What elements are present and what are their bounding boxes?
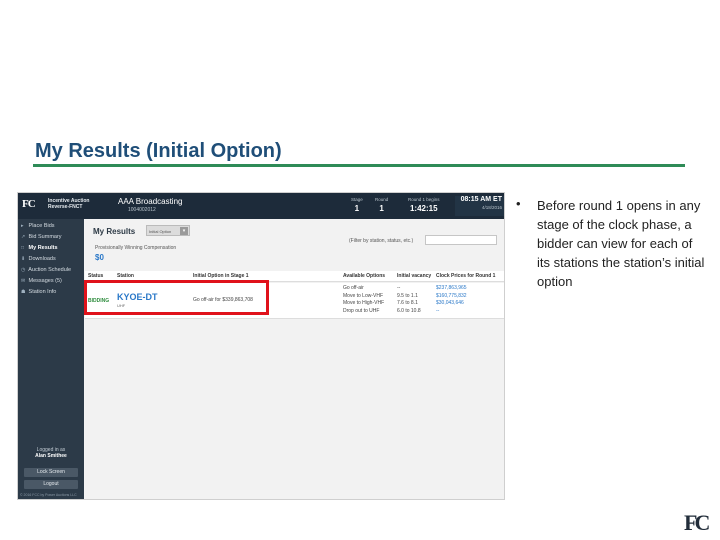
column-header[interactable]: Status — [88, 273, 103, 279]
filter-label: (Filter by station, status, etc.) — [349, 238, 414, 244]
round-value: 1 — [379, 204, 384, 213]
slide-title: My Results (Initial Option) — [35, 140, 282, 162]
user-name: Alan Smithee — [35, 453, 67, 459]
sidebar-item-downloads[interactable]: ⬇ Downloads — [21, 256, 83, 266]
clock: 08:15 AM ET 4/18/2016 — [455, 196, 504, 216]
slide: My Results (Initial Option) FC Incentive… — [0, 0, 720, 540]
round-begins-label: Round 1 begins — [408, 197, 440, 202]
round-countdown: Round 1 begins 1:42:15 — [408, 197, 440, 213]
option-item: Go off-air — [343, 285, 364, 291]
sidebar-item-auction-schedule[interactable]: ◷ Auction Schedule — [21, 267, 83, 277]
option-item: Move to Low-VHF — [343, 292, 384, 299]
sidebar-item-label: Place Bids — [28, 223, 55, 229]
chart-icon: ↗ — [21, 234, 26, 240]
bullet-text: Before round 1 opens in any stage of the… — [537, 198, 705, 289]
sidebar-item-label: Messages (5) — [28, 278, 62, 284]
sidebar-item-label: Downloads — [28, 256, 56, 262]
round-begins-value: 1:42:15 — [409, 204, 438, 213]
vacancy-item: -- — [397, 285, 401, 291]
selected-view: Initial Option — [149, 229, 172, 234]
sidebar-item-my-results[interactable]: □ My Results — [21, 245, 83, 255]
sidebar: ▸ Place Bids ↗ Bid Summary □ My Results … — [18, 219, 84, 499]
results-panel: My Results Initial Option ▾ Provisionall… — [85, 219, 504, 499]
application-screenshot: FC Incentive Auction Reverse-FNCT AAA Br… — [17, 192, 505, 500]
stage-indicator: Stage 1 — [351, 197, 363, 213]
clock-icon: ◷ — [21, 267, 26, 273]
available-options: Go off-air Move to Low-VHF Move to High-… — [343, 285, 384, 315]
option-item: Drop out to UHF — [343, 307, 380, 314]
vacancy-item: 9.5 to 1.1 — [397, 292, 418, 299]
results-title: My Results — [93, 227, 136, 236]
option-item: Move to High-VHF — [343, 300, 385, 306]
highlight-box — [84, 280, 269, 315]
login-info: Logged in as Alan Smithee — [18, 447, 84, 459]
price-item: $237,863,965 — [436, 285, 467, 291]
price-item: $30,043,646 — [436, 300, 464, 306]
home-icon: ☗ — [21, 289, 26, 295]
place-bids-icon: ▸ — [21, 223, 24, 229]
sidebar-item-station-info[interactable]: ☗ Station Info — [21, 289, 83, 299]
app-name: Incentive Auction Reverse-FNCT — [48, 198, 90, 210]
column-header[interactable]: Available Options — [343, 273, 385, 279]
sidebar-item-label: Auction Schedule — [28, 267, 72, 273]
price-item: -- — [436, 307, 440, 314]
round-label: Round — [375, 197, 389, 202]
results-view-select[interactable]: Initial Option ▾ — [146, 225, 190, 236]
results-icon: □ — [21, 245, 25, 251]
envelope-icon: ✉ — [21, 278, 26, 284]
bidder-id: 1004002012 — [128, 207, 156, 213]
bullet-icon: • — [516, 196, 521, 211]
sidebar-item-bid-summary[interactable]: ↗ Bid Summary — [21, 234, 83, 244]
chevron-down-icon: ▾ — [180, 227, 188, 235]
initial-vacancy: -- 9.5 to 1.1 7.6 to 8.1 6.0 to 10.8 — [397, 285, 421, 315]
sidebar-item-label: Bid Summary — [28, 234, 62, 240]
vacancy-item: 6.0 to 10.8 — [397, 307, 421, 314]
price-item: $160,775,832 — [436, 292, 467, 299]
logout-button[interactable]: Logout — [24, 480, 78, 489]
fcc-logo-icon: FC — [684, 510, 710, 535]
clock-prices: $237,863,965 $160,775,832 $30,043,646 -- — [436, 285, 467, 315]
stage-label: Stage — [351, 197, 363, 202]
column-header[interactable]: Station — [117, 273, 134, 279]
prov-comp-label: Provisionally Winning Compensation — [95, 245, 177, 251]
fcc-logo-icon: FC — [22, 198, 36, 210]
lock-screen-button[interactable]: Lock Screen — [24, 468, 78, 477]
column-header[interactable]: Initial Option in Stage 1 — [193, 273, 249, 279]
clock-date: 4/18/2016 — [481, 205, 502, 210]
filter-input[interactable] — [425, 235, 497, 245]
bidder-name: AAA Broadcasting — [118, 197, 183, 206]
copyright: © 2016 FCC by Power Auctions LLC — [20, 493, 77, 497]
column-header[interactable]: Initial vacancy — [397, 273, 431, 279]
sidebar-item-label: Station Info — [28, 289, 57, 295]
column-header[interactable]: Clock Prices for Round 1 — [436, 273, 495, 279]
sidebar-item-messages[interactable]: ✉ Messages (5) — [21, 278, 83, 288]
title-divider — [33, 164, 685, 167]
sidebar-item-label: My Results — [28, 245, 58, 251]
clock-time: 08:15 AM ET — [460, 196, 502, 203]
round-indicator: Round 1 — [375, 197, 388, 213]
prov-comp-value: $0 — [95, 253, 104, 262]
download-icon: ⬇ — [21, 256, 26, 262]
vacancy-item: 7.6 to 8.1 — [397, 300, 418, 306]
stage-value: 1 — [354, 204, 360, 213]
sidebar-item-place-bids[interactable]: ▸ Place Bids — [21, 223, 83, 233]
app-header: FC Incentive Auction Reverse-FNCT AAA Br… — [18, 193, 504, 219]
